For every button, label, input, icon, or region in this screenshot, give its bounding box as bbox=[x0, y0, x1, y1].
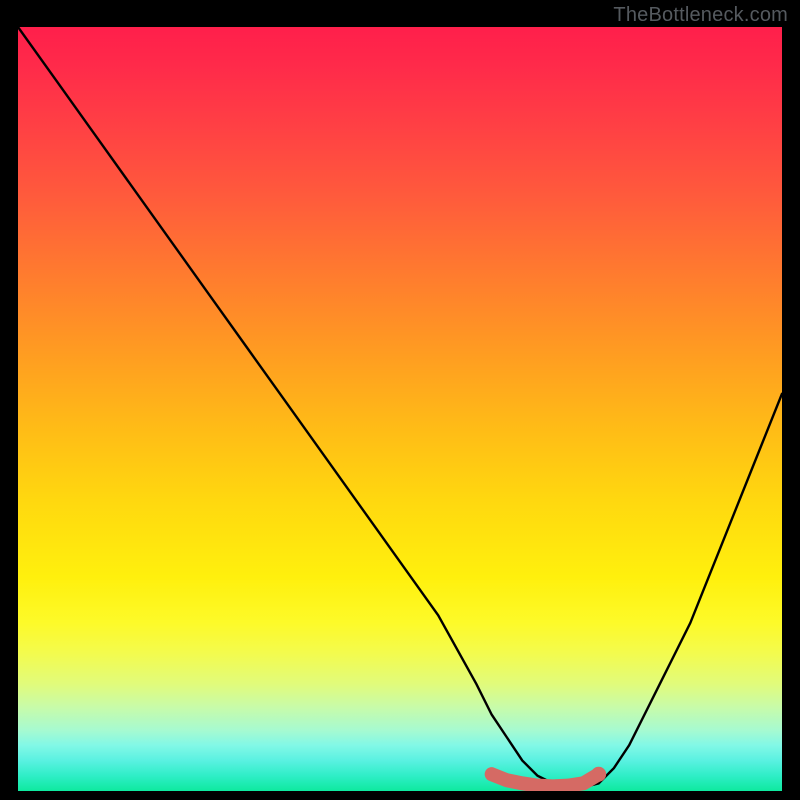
watermark-text: TheBottleneck.com bbox=[613, 4, 788, 27]
highlight-end-dot bbox=[591, 767, 606, 782]
highlight-segment bbox=[492, 774, 599, 786]
chart-frame: TheBottleneck.com bbox=[0, 0, 800, 800]
chart-plot-area bbox=[18, 27, 782, 791]
bottleneck-curve bbox=[18, 27, 782, 787]
chart-svg bbox=[18, 27, 782, 791]
